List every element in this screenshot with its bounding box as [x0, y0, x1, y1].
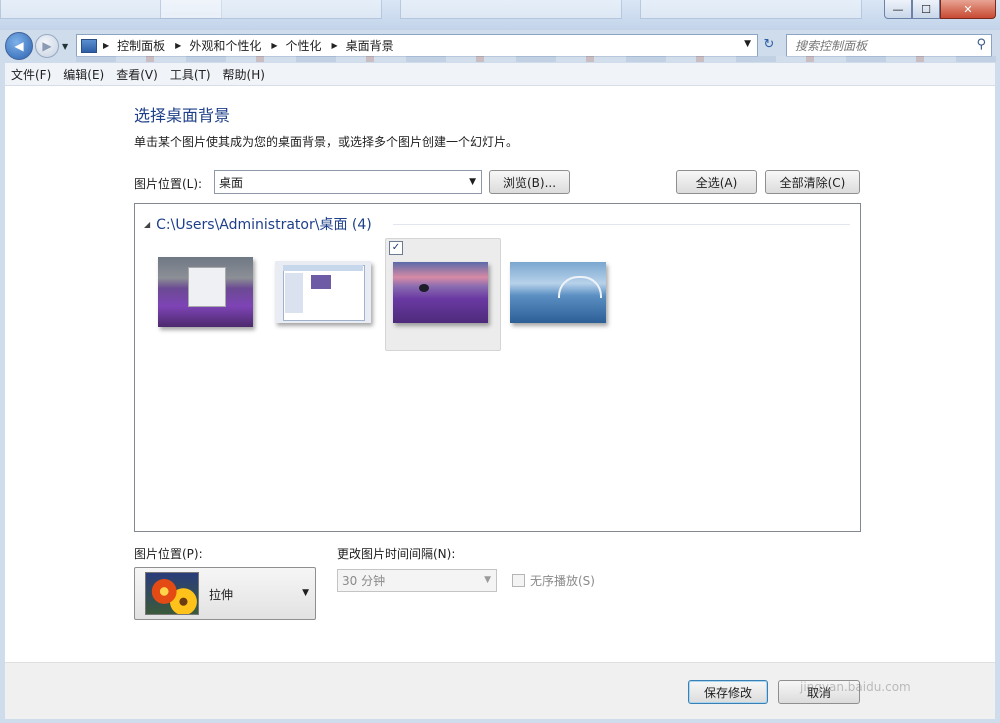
- search-box[interactable]: ⚲: [786, 34, 992, 57]
- dropdown-arrow-icon: ▼: [469, 177, 476, 187]
- minimize-icon: —: [892, 2, 904, 16]
- chevron-right-icon: ▶: [331, 41, 338, 50]
- flower-preview-icon: [145, 572, 199, 615]
- menu-file[interactable]: 文件(F): [5, 66, 57, 83]
- forward-button[interactable]: ▶: [35, 34, 59, 58]
- menu-view[interactable]: 查看(V): [110, 66, 164, 83]
- maximize-icon: ☐: [921, 2, 931, 16]
- interval-label: 更改图片时间间隔(N):: [337, 547, 456, 561]
- collapse-triangle-icon[interactable]: ◢: [144, 220, 150, 229]
- position-label: 图片位置(P):: [134, 547, 203, 561]
- address-dropdown-icon[interactable]: ▼: [744, 39, 751, 49]
- close-button[interactable]: ✕: [940, 0, 996, 19]
- group-title: C:\Users\Administrator\桌面 (4): [156, 217, 372, 233]
- page-title: 选择桌面背景: [134, 106, 231, 125]
- background-tab[interactable]: [160, 0, 382, 19]
- breadcrumb-item[interactable]: ▶ 个性化: [271, 37, 321, 54]
- window-image-sidebar: [285, 273, 303, 313]
- recent-pages-dropdown-icon[interactable]: ▼: [62, 42, 68, 51]
- location-select[interactable]: 桌面 ▼: [214, 170, 482, 194]
- breadcrumb-item[interactable]: ▶ 控制面板: [103, 37, 165, 54]
- chevron-right-icon: ▶: [271, 41, 278, 50]
- bookmark-strip: [76, 56, 996, 62]
- window-controls: — ☐ ✕: [884, 0, 996, 20]
- browse-button[interactable]: 浏览(B)...: [489, 170, 570, 194]
- thumbnail-bridge-lake[interactable]: [510, 262, 606, 323]
- breadcrumb-item[interactable]: ▶ 桌面背景: [332, 37, 394, 54]
- forward-arrow-icon: ▶: [42, 39, 52, 53]
- breadcrumb-item[interactable]: ▶ 外观和个性化: [175, 37, 261, 54]
- control-panel-icon: [81, 38, 97, 53]
- position-select[interactable]: 拉伸 ▼: [134, 567, 316, 620]
- thumbnail-checkbox[interactable]: ✓: [389, 241, 403, 255]
- clear-all-button[interactable]: 全部清除(C): [765, 170, 860, 194]
- shuffle-checkbox: 无序播放(S): [512, 572, 595, 589]
- back-arrow-icon: ◀: [14, 39, 24, 53]
- bridge-image: [558, 276, 602, 298]
- chevron-right-icon: ▶: [175, 41, 182, 50]
- thumbnail-lavender-screenshot[interactable]: [158, 257, 253, 327]
- close-icon: ✕: [963, 2, 973, 16]
- window-image-bar: [283, 265, 363, 271]
- back-button[interactable]: ◀: [5, 32, 33, 60]
- chevron-right-icon: ▶: [103, 41, 110, 50]
- maximize-button[interactable]: ☐: [912, 0, 940, 19]
- thumbnail-window-screenshot[interactable]: [275, 261, 371, 323]
- window-image-picture: [311, 275, 331, 289]
- background-tab[interactable]: [640, 0, 862, 19]
- position-value: 拉伸: [209, 588, 234, 602]
- shuffle-label: 无序播放(S): [530, 574, 595, 588]
- location-value: 桌面: [219, 175, 244, 190]
- watermark-logo: Baidu经验: [770, 618, 927, 653]
- group-divider: [393, 224, 850, 225]
- select-all-button[interactable]: 全选(A): [676, 170, 757, 194]
- watermark-url: jingyan.baidu.com: [800, 680, 911, 694]
- dialog-image: [188, 267, 226, 307]
- tree-image: [419, 284, 429, 292]
- checkbox-icon: [512, 574, 525, 587]
- dropdown-arrow-icon: ▼: [302, 588, 309, 598]
- save-button[interactable]: 保存修改: [688, 680, 768, 704]
- menu-bar: 文件(F) 编辑(E) 查看(V) 工具(T) 帮助(H): [5, 63, 995, 86]
- refresh-icon: ↻: [763, 37, 775, 52]
- menu-tools[interactable]: 工具(T): [164, 66, 217, 83]
- refresh-button[interactable]: ↻: [758, 34, 780, 55]
- minimize-button[interactable]: —: [884, 0, 912, 19]
- page-description: 单击某个图片使其成为您的桌面背景，或选择多个图片创建一个幻灯片。: [134, 135, 519, 149]
- menu-help[interactable]: 帮助(H): [217, 66, 271, 83]
- search-input[interactable]: [793, 37, 967, 54]
- search-icon[interactable]: ⚲: [976, 37, 986, 52]
- thumbnail-lavender-sunset[interactable]: [393, 262, 488, 323]
- dropdown-arrow-icon: ▼: [484, 575, 491, 585]
- interval-select: 30 分钟 ▼: [337, 569, 497, 592]
- group-header[interactable]: ◢ C:\Users\Administrator\桌面 (4): [144, 214, 372, 234]
- interval-value: 30 分钟: [342, 574, 386, 588]
- address-bar[interactable]: ▶ 控制面板 ▶ 外观和个性化 ▶ 个性化 ▶ 桌面背景 ▼: [76, 34, 758, 57]
- background-tab[interactable]: [400, 0, 622, 19]
- location-label: 图片位置(L):: [134, 177, 203, 191]
- menu-edit[interactable]: 编辑(E): [57, 66, 110, 83]
